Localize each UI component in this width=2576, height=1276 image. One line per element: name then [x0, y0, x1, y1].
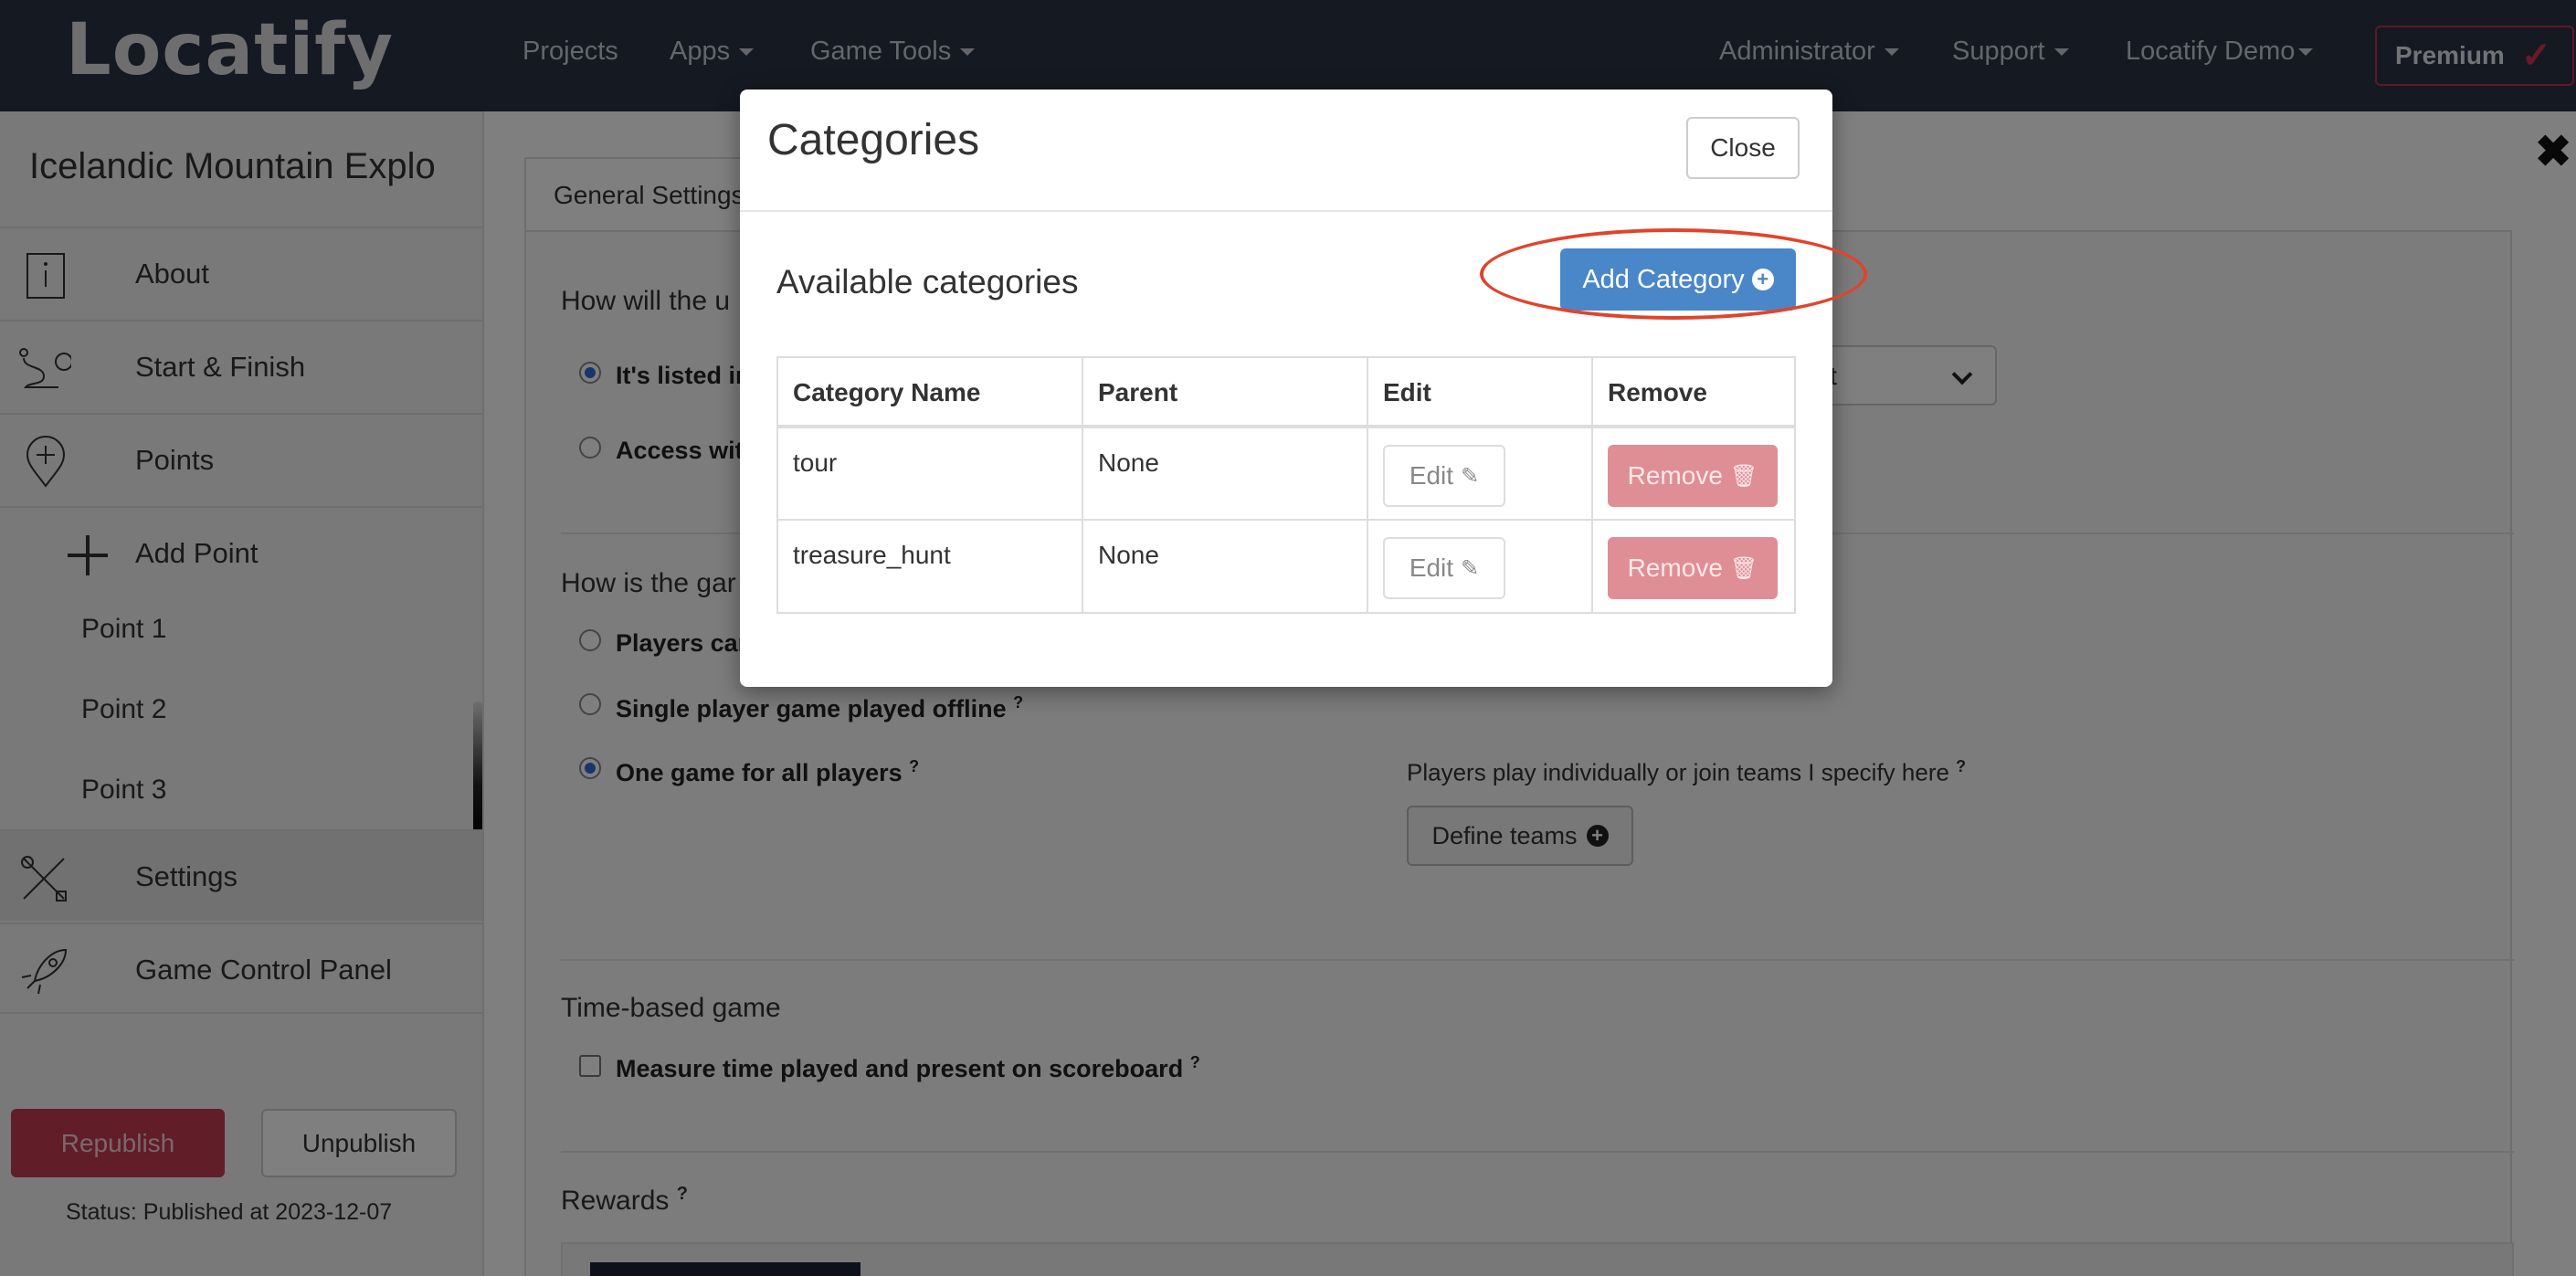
table-row: tour None Edit ✎ Remove 🗑	[776, 426, 1796, 521]
modal-title: Categories	[767, 116, 980, 164]
modal-divider	[740, 210, 1832, 212]
table-row: treasure_hunt None Edit ✎ Remove 🗑	[776, 519, 1796, 614]
remove-button[interactable]: Remove 🗑	[1608, 445, 1778, 507]
column-header: Remove	[1591, 356, 1796, 428]
category-name-cell: treasure_hunt	[776, 519, 1083, 614]
column-header: Edit	[1367, 356, 1593, 428]
edit-cell: Edit ✎	[1367, 519, 1593, 614]
categories-modal: Categories Close Available categories Ad…	[740, 90, 1832, 687]
close-button[interactable]: Close	[1686, 117, 1800, 179]
available-categories-heading: Available categories	[776, 263, 1079, 301]
edit-button[interactable]: Edit ✎	[1383, 445, 1505, 507]
column-header: Parent	[1082, 356, 1368, 428]
edit-icon: ✎	[1461, 463, 1480, 489]
category-name-cell: tour	[776, 426, 1083, 521]
trash-icon: 🗑	[1729, 555, 1758, 581]
edit-icon: ✎	[1461, 555, 1480, 581]
remove-button[interactable]: Remove 🗑	[1608, 537, 1778, 599]
category-parent-cell: None	[1082, 426, 1368, 521]
column-header: Category Name	[776, 356, 1083, 428]
remove-cell: Remove 🗑	[1591, 519, 1796, 614]
categories-table: Category Name Parent Edit Remove tour No…	[776, 356, 1796, 614]
table-header-row: Category Name Parent Edit Remove	[776, 356, 1796, 428]
edit-cell: Edit ✎	[1367, 426, 1593, 521]
remove-cell: Remove 🗑	[1591, 426, 1796, 521]
category-parent-cell: None	[1082, 519, 1368, 614]
edit-button[interactable]: Edit ✎	[1383, 537, 1505, 599]
annotation-highlight-ellipse	[1480, 228, 1867, 320]
trash-icon: 🗑	[1729, 463, 1758, 489]
